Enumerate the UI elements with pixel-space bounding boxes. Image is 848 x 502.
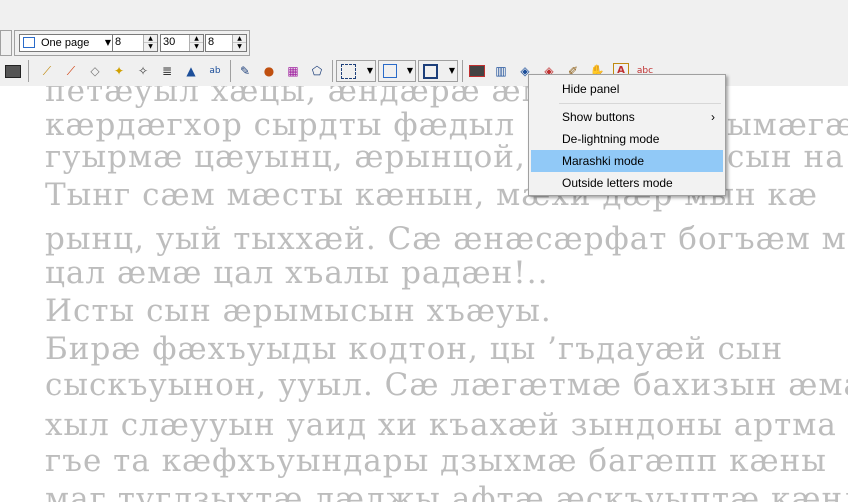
- columns-icon[interactable]: ▥: [490, 60, 512, 82]
- view-mode-combo[interactable]: One page ▼: [19, 34, 117, 52]
- view-settings-group: One page ▼ 8 ▲ ▼ 30 ▲ ▼ 8 ▲ ▼: [14, 30, 250, 56]
- palette-icon[interactable]: ●: [258, 60, 280, 82]
- spinner-3[interactable]: 8 ▲ ▼: [205, 34, 247, 52]
- chevron-down-icon[interactable]: ▼: [449, 66, 455, 75]
- menu-item-de-lightning-mode[interactable]: De-lightning mode: [531, 128, 723, 150]
- color-grid-icon[interactable]: ▦: [282, 60, 304, 82]
- text-line: гъе та кæфхъуындары дзыхмæ багæпп кæны: [45, 443, 827, 479]
- select-rect-dropdown[interactable]: ▼: [336, 60, 376, 82]
- rect-bold-dropdown[interactable]: ▼: [418, 60, 458, 82]
- broom-red-icon[interactable]: ⟋: [60, 60, 82, 82]
- chevron-down-icon[interactable]: ▼: [407, 66, 413, 75]
- spinner-up-icon[interactable]: ▲: [233, 35, 246, 43]
- select-rect-icon: [341, 64, 356, 79]
- menu-item-hide-panel[interactable]: Hide panel: [531, 78, 723, 100]
- text-line: петæуыл хæцы, æндæрæ æм: [45, 86, 547, 109]
- pen-icon[interactable]: ✎: [234, 60, 256, 82]
- text-line: гуырмæ цæуынц, æрынцой,: [45, 139, 526, 175]
- menu-item-show-buttons[interactable]: Show buttons ›: [531, 106, 723, 128]
- magic-wand-icon[interactable]: ✦: [108, 60, 130, 82]
- text-line: кæрдæгхор сырдты фæдыл: [45, 107, 516, 143]
- spinner-down-icon[interactable]: ▼: [190, 43, 203, 51]
- view-mode-value: One page: [41, 37, 90, 49]
- spinner-3-value: 8: [208, 36, 215, 48]
- chevron-right-icon: ›: [711, 110, 715, 124]
- menu-item-label: Outside letters mode: [562, 176, 673, 190]
- rect-dropdown[interactable]: ▼: [378, 60, 416, 82]
- rect-icon: [383, 64, 397, 78]
- toolbar-separator: [332, 60, 333, 82]
- spinner-3-buttons: ▲ ▼: [232, 35, 246, 51]
- spinner-1-value: 8: [115, 36, 122, 48]
- spinner-down-icon[interactable]: ▼: [233, 43, 246, 51]
- text-line: рынц, уый тыххæй. Сæ æнæсæрфат богъæм м: [45, 221, 847, 257]
- stack-icon[interactable]: ≣: [156, 60, 178, 82]
- menu-item-marashki-mode[interactable]: Marashki mode: [531, 150, 723, 172]
- spinner-2-buttons: ▲ ▼: [189, 35, 203, 51]
- menu-item-label: Hide panel: [562, 82, 620, 96]
- toolbar-separator: [462, 60, 463, 82]
- menu-item-label: Marashki mode: [562, 154, 645, 168]
- rect-bold-icon: [423, 64, 438, 79]
- text-line: маг туглзыхтæ лæлжы афтæ æскъуыптæ кæнлæ: [45, 481, 848, 502]
- menu-item-label: Show buttons: [562, 110, 635, 124]
- broom-icon[interactable]: ⟋: [36, 60, 58, 82]
- text-line: хыл слæууын уаид хи къахæй зындоны артма: [45, 407, 837, 443]
- toolbar-left-edge: [0, 30, 12, 56]
- menu-separator: [559, 103, 721, 104]
- text-line: Бирæ фæхъуыды кодтон, цы ’гъдауæй сын: [45, 331, 784, 367]
- abc-replace-icon[interactable]: ab: [204, 60, 226, 82]
- text-line: сыскъуынон, ууыл. Сæ лæгæтмæ бахизын æма: [45, 367, 848, 403]
- spinner-up-icon[interactable]: ▲: [144, 35, 157, 43]
- image-icon[interactable]: [2, 60, 24, 82]
- spinner-1[interactable]: 8 ▲ ▼: [112, 34, 158, 52]
- eraser-icon[interactable]: ◇: [84, 60, 106, 82]
- page-icon: [23, 37, 35, 48]
- spinner-up-icon[interactable]: ▲: [190, 35, 203, 43]
- stamp-icon[interactable]: ▲: [180, 60, 202, 82]
- spinner-2-value: 30: [163, 36, 176, 48]
- spinner-1-buttons: ▲ ▼: [143, 35, 157, 51]
- text-line: Исты сын æрымысын хъæуы.: [45, 293, 552, 329]
- wand-plus-icon[interactable]: ✧: [132, 60, 154, 82]
- screen-icon[interactable]: [466, 60, 488, 82]
- text-fragment: ымæгæ: [727, 107, 848, 143]
- toolbar-separator: [230, 60, 231, 82]
- spinner-2[interactable]: 30 ▲ ▼: [160, 34, 204, 52]
- chevron-down-icon[interactable]: ▼: [367, 66, 373, 75]
- context-menu: Hide panel Show buttons › De-lightning m…: [528, 74, 726, 196]
- text-line: цал æмæ цал хъалы радæн!..: [45, 255, 549, 291]
- toolbar-separator: [28, 60, 29, 82]
- text-fragment: сын на: [727, 139, 845, 175]
- spinner-down-icon[interactable]: ▼: [144, 43, 157, 51]
- polygon-icon[interactable]: ⬠: [306, 60, 328, 82]
- menu-item-outside-letters-mode[interactable]: Outside letters mode: [531, 172, 723, 194]
- menu-item-label: De-lightning mode: [562, 132, 660, 146]
